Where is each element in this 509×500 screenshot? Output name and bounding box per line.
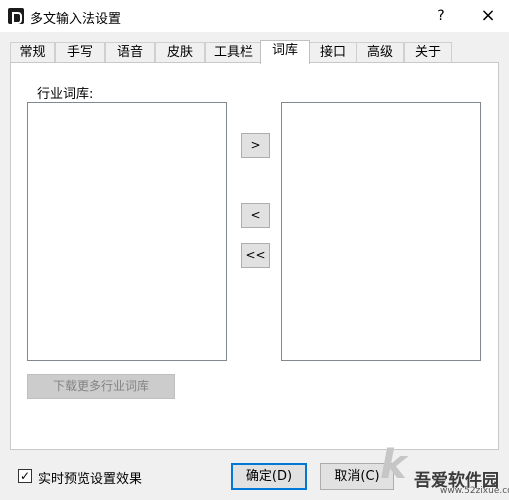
tab-toolbar[interactable]: 工具栏 [205, 42, 262, 63]
tab-voice[interactable]: 语音 [105, 42, 155, 63]
tab-skin[interactable]: 皮肤 [155, 42, 205, 63]
help-button[interactable]: ? [430, 5, 452, 27]
window-title: 多文输入法设置 [30, 12, 122, 27]
ok-button[interactable]: 确定(D) [231, 463, 307, 490]
close-button[interactable]: × [476, 4, 500, 28]
tab-about[interactable]: 关于 [404, 42, 452, 63]
selected-lexicon-list[interactable] [281, 102, 481, 361]
available-lexicon-list[interactable] [27, 102, 227, 361]
title-bar: 多文输入法设置 ? × [0, 0, 509, 32]
add-lexicon-button[interactable]: > [241, 133, 270, 158]
tab-handwriting[interactable]: 手写 [55, 42, 105, 63]
site-watermark: k 吾爱软件园 www.52zixue.com [380, 440, 509, 500]
app-icon [8, 8, 24, 24]
remove-lexicon-button[interactable]: < [241, 203, 270, 228]
tab-general[interactable]: 常规 [10, 42, 55, 63]
watermark-url: www.52zixue.com [440, 486, 509, 496]
download-more-lexicon-button[interactable]: 下载更多行业词库 [27, 374, 175, 399]
tab-interface[interactable]: 接口 [309, 42, 357, 63]
remove-all-lexicon-button[interactable]: << [241, 243, 270, 268]
tab-lexicon[interactable]: 词库 [260, 40, 310, 64]
preview-checkbox[interactable]: ✓ [18, 469, 32, 483]
industry-lexicon-label: 行业词库: [37, 87, 94, 102]
watermark-logo: k [380, 442, 407, 488]
preview-checkbox-label[interactable]: 实时预览设置效果 [38, 468, 142, 487]
tab-advanced[interactable]: 高级 [356, 42, 404, 63]
